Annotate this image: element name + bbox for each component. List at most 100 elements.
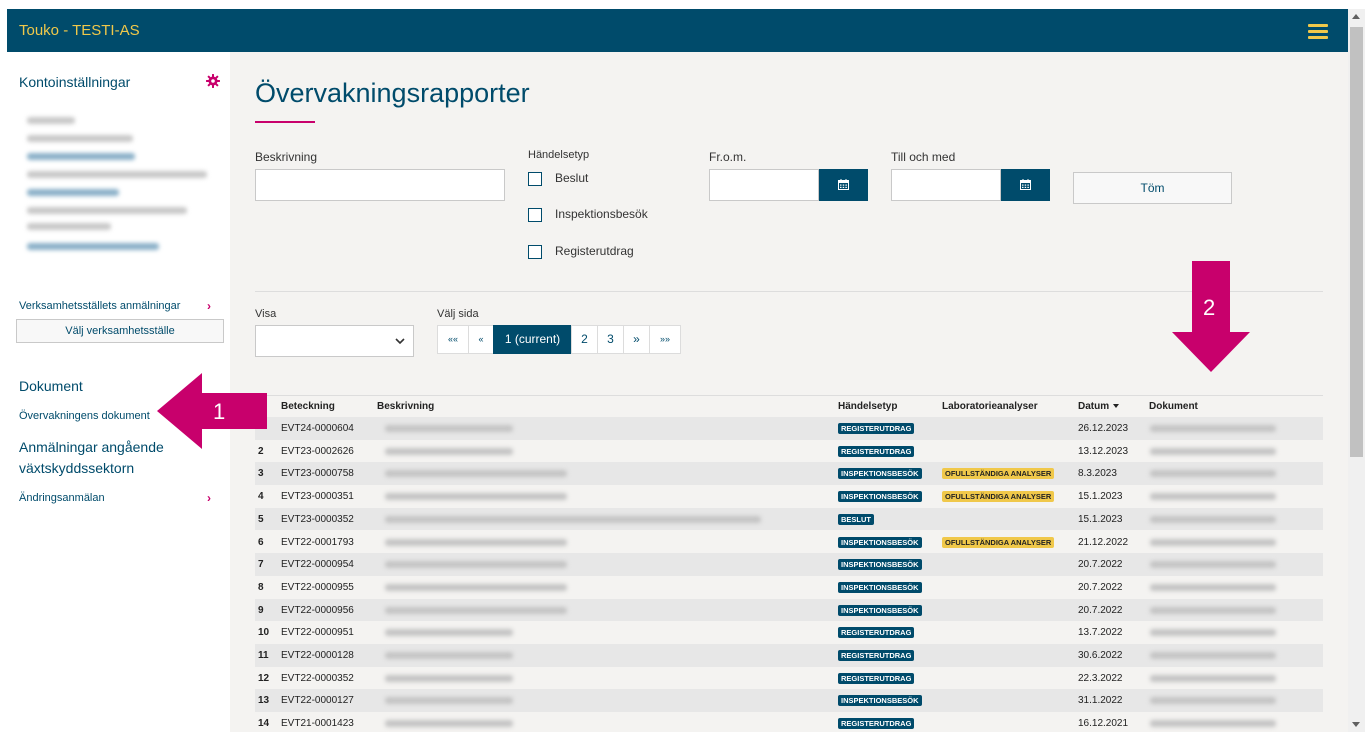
annotation-number-1: 1 — [213, 399, 226, 424]
redacted-document-link[interactable] — [1150, 425, 1276, 432]
table-row[interactable]: 13 EVT22-0000127 INSPEKTIONSBESÖK 31.1.2022 — [255, 689, 1323, 713]
current-page-button[interactable]: 1 (current) — [493, 325, 572, 354]
column-header-lab-analyses[interactable]: Laboratorieanalyser — [942, 401, 1038, 412]
table-row[interactable]: 11 EVT22-0000128 REGISTERUTDRAG 30.6.2022 — [255, 644, 1323, 667]
table-row[interactable]: 9 EVT22-0000956 INSPEKTIONSBESÖK 20.7.2022 — [255, 598, 1323, 622]
row-number: 7 — [258, 559, 264, 571]
row-number: 3 — [258, 468, 264, 480]
change-notice-link[interactable]: Ändringsanmälan — [19, 492, 105, 504]
row-id[interactable]: EVT22-0000951 — [281, 627, 354, 638]
account-settings-heading[interactable]: Kontoinställningar — [19, 74, 130, 90]
row-date: 16.12.2021 — [1078, 718, 1129, 730]
event-type-badge: REGISTERUTDRAG — [838, 718, 915, 730]
to-date-input[interactable] — [891, 169, 1001, 201]
checkbox-box[interactable] — [528, 245, 542, 259]
redacted-link[interactable] — [27, 153, 135, 160]
description-input[interactable] — [255, 169, 505, 201]
from-date-input[interactable] — [709, 169, 819, 201]
table-row[interactable]: 5 EVT23-0000352 BESLUT 15.1.2023 — [255, 507, 1323, 531]
row-id[interactable]: EVT23-0002626 — [281, 446, 354, 457]
scroll-thumb[interactable] — [1350, 27, 1363, 457]
page-2-button[interactable]: 2 — [571, 325, 598, 354]
row-number: 13 — [258, 695, 270, 707]
last-page-button[interactable]: »» — [649, 325, 681, 354]
table-row[interactable]: 12 EVT22-0000352 REGISTERUTDRAG 22.3.2022 — [255, 667, 1323, 690]
calendar-icon — [838, 179, 849, 190]
table-row[interactable]: 2 EVT23-0002626 REGISTERUTDRAG 13.12.2023 — [255, 440, 1323, 463]
row-id[interactable]: EVT21-0001423 — [281, 718, 354, 729]
table-row[interactable]: 7 EVT22-0000954 INSPEKTIONSBESÖK 20.7.2022 — [255, 553, 1323, 576]
table-row[interactable]: EVT24-0000604 REGISTERUTDRAG 26.12.2023 — [255, 417, 1323, 440]
surveillance-documents-link[interactable]: Övervakningens dokument — [19, 410, 150, 422]
table-row[interactable]: 8 EVT22-0000955 INSPEKTIONSBESÖK 20.7.2022 — [255, 576, 1323, 599]
redacted-document-link[interactable] — [1150, 561, 1276, 569]
table-row[interactable]: 14 EVT21-0001423 REGISTERUTDRAG 16.12.2021 — [255, 712, 1323, 732]
redacted-document-link[interactable] — [1150, 515, 1276, 523]
column-header-date[interactable]: Datum — [1078, 401, 1120, 412]
checkbox-box[interactable] — [528, 208, 542, 222]
description-label: Beskrivning — [255, 150, 318, 164]
page-3-button[interactable]: 3 — [597, 325, 624, 354]
redacted-description — [385, 629, 513, 637]
redacted-document-link[interactable] — [1150, 493, 1276, 501]
scroll-down-arrow-icon[interactable] — [1352, 722, 1360, 727]
column-header-document[interactable]: Dokument — [1149, 401, 1198, 412]
page-size-select[interactable] — [255, 325, 414, 357]
row-id[interactable]: EVT23-0000351 — [281, 491, 354, 502]
event-type-label: Händelsetyp — [528, 149, 590, 161]
redacted-document-link[interactable] — [1150, 606, 1276, 614]
chevron-right-icon[interactable]: › — [207, 299, 211, 313]
scroll-up-arrow-icon[interactable] — [1352, 14, 1360, 19]
redacted-document-link[interactable] — [1150, 697, 1276, 705]
previous-page-button[interactable]: « — [468, 325, 494, 354]
row-id[interactable]: EVT23-0000758 — [281, 468, 354, 479]
redacted-link[interactable] — [27, 189, 119, 196]
redacted-document-link[interactable] — [1150, 652, 1276, 659]
column-header-description[interactable]: Beskrivning — [377, 401, 434, 412]
lab-analysis-badge: OFULLSTÄNDIGA ANALYSER — [942, 536, 1055, 548]
chevron-right-icon[interactable]: › — [207, 491, 211, 505]
redacted-document-link[interactable] — [1150, 629, 1276, 637]
table-row[interactable]: 10 EVT22-0000951 REGISTERUTDRAG 13.7.2022 — [255, 621, 1323, 644]
to-date-calendar-button[interactable] — [1001, 169, 1050, 201]
checkbox-box[interactable] — [528, 172, 542, 186]
row-id[interactable]: EVT24-0000604 — [281, 423, 354, 434]
checkbox-label[interactable]: Registerutdrag — [555, 244, 634, 258]
row-id[interactable]: EVT22-0000956 — [281, 605, 354, 616]
select-site-button[interactable]: Välj verksamhetsställe — [16, 319, 224, 343]
table-row[interactable]: 3 EVT23-0000758 INSPEKTIONSBESÖK OFULLSTÄND… — [255, 462, 1323, 486]
redacted-link[interactable] — [27, 243, 159, 250]
event-type-badge: INSPEKTIONSBESÖK — [838, 604, 922, 616]
from-date-calendar-button[interactable] — [819, 169, 868, 201]
redacted-document-link[interactable] — [1150, 674, 1276, 682]
redacted-document-link[interactable] — [1150, 470, 1276, 478]
column-header-date-label[interactable]: Datum — [1078, 401, 1109, 412]
hamburger-menu-icon[interactable] — [1308, 24, 1328, 40]
row-id[interactable]: EVT22-0000955 — [281, 582, 354, 593]
redacted-document-link[interactable] — [1150, 720, 1276, 728]
clear-filters-button[interactable]: Töm — [1073, 172, 1232, 204]
vertical-scrollbar[interactable] — [1348, 9, 1365, 732]
redacted-document-link[interactable] — [1150, 583, 1276, 591]
redacted-description — [385, 583, 567, 591]
table-row[interactable]: 4 EVT23-0000351 INSPEKTIONSBESÖK OFULLSTÄND… — [255, 485, 1323, 508]
redacted-document-link[interactable] — [1150, 447, 1276, 455]
table-row[interactable]: 6 EVT22-0001793 INSPEKTIONSBESÖK OFULLSTÄND… — [255, 531, 1323, 554]
next-page-button[interactable]: » — [623, 325, 650, 354]
checkbox-label[interactable]: Inspektionsbesök — [555, 207, 648, 221]
column-header-event-type[interactable]: Händelsetyp — [838, 401, 897, 412]
row-id[interactable]: EVT22-0000954 — [281, 559, 354, 570]
gear-icon[interactable] — [206, 74, 220, 88]
row-id[interactable]: EVT22-0000128 — [281, 650, 354, 661]
event-type-badge: REGISTERUTDRAG — [838, 672, 915, 684]
column-header-id[interactable]: Beteckning — [281, 401, 335, 412]
checkbox-label[interactable]: Beslut — [555, 171, 588, 185]
first-page-button[interactable]: «« — [437, 325, 469, 354]
site-notifications-link[interactable]: Verksamhetsställets anmälningar — [19, 300, 180, 312]
redacted-document-link[interactable] — [1150, 538, 1276, 546]
heading-line: Anmälningar angående — [19, 439, 164, 455]
row-id[interactable]: EVT22-0000127 — [281, 695, 354, 706]
row-id[interactable]: EVT22-0000352 — [281, 673, 354, 684]
row-id[interactable]: EVT22-0001793 — [281, 537, 354, 548]
row-id[interactable]: EVT23-0000352 — [281, 514, 354, 525]
